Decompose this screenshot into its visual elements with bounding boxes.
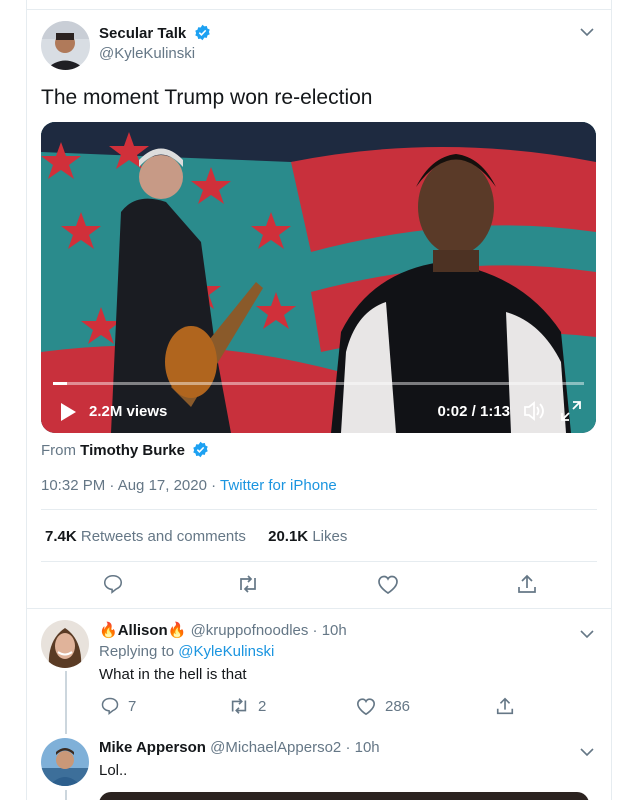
- retweet-icon[interactable]: [236, 573, 260, 600]
- video-progress-bar[interactable]: [53, 382, 584, 385]
- retweet-icon: [231, 698, 247, 714]
- reply-text: Lol..: [99, 762, 128, 779]
- reply-avatar[interactable]: [41, 620, 89, 668]
- reply-time[interactable]: · 10h: [313, 622, 347, 639]
- verified-badge-icon: [194, 24, 211, 46]
- reply-item[interactable]: 🔥Allison🔥 @kruppofnoodles · 10h Replying…: [27, 609, 611, 734]
- likes-count[interactable]: 20.1K: [268, 528, 308, 545]
- reply-author-handle[interactable]: @kruppofnoodles: [191, 622, 309, 639]
- author-avatar[interactable]: [41, 21, 90, 70]
- volume-icon[interactable]: [522, 400, 546, 427]
- thread-line: [65, 790, 67, 800]
- like-icon: [356, 698, 376, 716]
- from-label: From: [41, 442, 76, 459]
- like-icon[interactable]: [376, 573, 400, 600]
- reply-name-row[interactable]: Mike Apperson @MichaelApperso2 · 10h: [99, 739, 380, 756]
- meta-separator: ·: [211, 477, 217, 494]
- source-name[interactable]: Timothy Burke: [80, 442, 185, 459]
- tweet-stats: 7.4K Retweets and comments 20.1K Likes: [45, 528, 365, 545]
- reply-author-handle[interactable]: @MichaelApperso2: [210, 739, 341, 756]
- share-icon[interactable]: [516, 573, 538, 600]
- reply-like-count: 286: [385, 697, 411, 715]
- reply-retweet-count: 2: [258, 697, 267, 715]
- chevron-down-icon[interactable]: [580, 626, 594, 644]
- video-views: 2.2M views: [89, 403, 168, 420]
- author-handle[interactable]: @KyleKulinski: [99, 45, 195, 62]
- tweet-meta: 10:32 PM · Aug 17, 2020 · Twitter for iP…: [41, 477, 337, 494]
- reply-name-row[interactable]: 🔥Allison🔥 @kruppofnoodles · 10h: [99, 621, 347, 639]
- reply-reply-count: 7: [128, 697, 137, 715]
- replying-to-link[interactable]: @KyleKulinski: [178, 643, 274, 660]
- reply-text: What in the hell is that: [99, 666, 247, 683]
- play-icon[interactable]: [59, 402, 77, 427]
- reply-avatar[interactable]: [41, 738, 89, 786]
- video-time: 0:02 / 1:13: [437, 403, 510, 420]
- chevron-down-icon[interactable]: [580, 24, 594, 42]
- author-name-row[interactable]: Secular Talk: [99, 24, 211, 46]
- tweet-timestamp[interactable]: 10:32 PM · Aug 17, 2020: [41, 477, 207, 494]
- author-name[interactable]: Secular Talk: [99, 25, 186, 42]
- fullscreen-icon[interactable]: [560, 400, 582, 427]
- chevron-down-icon[interactable]: [580, 744, 594, 762]
- video-frame: [41, 122, 596, 433]
- reply-reply-action[interactable]: 7: [100, 696, 136, 716]
- reply-author-name[interactable]: Mike Apperson: [99, 739, 206, 756]
- share-icon: [496, 697, 514, 715]
- retweets-count[interactable]: 7.4K: [45, 528, 77, 545]
- fire-emoji-icon: 🔥: [167, 622, 187, 639]
- replying-label: Replying to: [99, 643, 175, 660]
- tweet-client[interactable]: Twitter for iPhone: [220, 477, 337, 494]
- reply-like-action[interactable]: 286: [355, 696, 410, 716]
- reply-media-preview[interactable]: [99, 792, 589, 800]
- reply-icon: [101, 697, 119, 716]
- replying-to: Replying to @KyleKulinski: [99, 643, 274, 660]
- top-divider: [27, 9, 611, 10]
- reply-time[interactable]: · 10h: [345, 739, 379, 756]
- video-player[interactable]: 2.2M views 0:02 / 1:13: [41, 122, 596, 433]
- reply-author-name[interactable]: Allison: [118, 622, 168, 639]
- reply-share-action[interactable]: [495, 696, 515, 716]
- thread-line: [65, 671, 67, 734]
- verified-badge-icon: [192, 441, 209, 462]
- reply-retweet-action[interactable]: 2: [228, 696, 266, 716]
- reply-item[interactable]: Mike Apperson @MichaelApperso2 · 10h Lol…: [27, 734, 611, 800]
- fire-emoji-icon: 🔥: [99, 622, 118, 639]
- stats-divider-top: [41, 509, 597, 510]
- reply-icon[interactable]: [102, 573, 124, 600]
- tweet-text: The moment Trump won re-election: [41, 86, 373, 109]
- video-source[interactable]: From Timothy Burke: [41, 441, 209, 462]
- video-progress-fill: [53, 382, 68, 385]
- timeline-column: Secular Talk @KyleKulinski The moment Tr…: [26, 0, 612, 800]
- stats-divider-bottom: [41, 561, 597, 562]
- likes-label[interactable]: Likes: [312, 528, 347, 545]
- retweets-label[interactable]: Retweets and comments: [81, 528, 246, 545]
